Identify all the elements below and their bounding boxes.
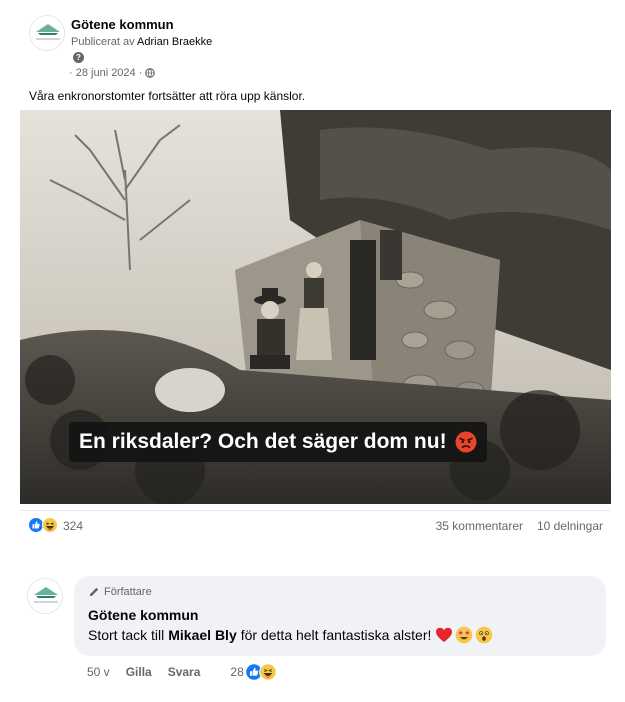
reaction-icons[interactable]: [28, 517, 60, 533]
comment-bubble: Författare Götene kommun Stort tack till…: [74, 576, 606, 656]
comment-actions: 50 v Gilla Svara 28: [87, 662, 277, 682]
comment-emojis: [435, 626, 493, 644]
angry-face-icon: [455, 431, 477, 453]
comment-text-after: för detta helt fantastiska alster!: [240, 627, 432, 643]
post-date[interactable]: · 28 juni 2024 ·: [69, 67, 142, 79]
author-link[interactable]: Adrian Braekke: [137, 36, 212, 48]
comment-time[interactable]: 50 v: [87, 665, 110, 679]
haha-icon: [42, 517, 58, 533]
comment-text: Stort tack till Mikael Bly för detta hel…: [88, 626, 493, 644]
reaction-count[interactable]: 324: [63, 519, 83, 533]
photo-divider: [20, 510, 610, 511]
byline: Publicerat av Adrian Braekke: [71, 36, 212, 48]
image-overlay-text: En riksdaler? Och det säger dom nu!: [69, 422, 487, 462]
reply-button[interactable]: Svara: [168, 665, 201, 679]
post-stats: 324 35 kommentarer 10 delningar: [28, 515, 613, 535]
haha-icon: [258, 663, 277, 681]
comment-avatar[interactable]: [27, 578, 63, 614]
help-icon[interactable]: ?: [73, 52, 84, 63]
byline-prefix: Publicerat av: [71, 36, 135, 48]
post-header: Götene kommun Publicerat av Adrian Braek…: [29, 15, 609, 85]
mention-link[interactable]: Mikael Bly: [168, 627, 236, 643]
gotene-logo-icon: [28, 579, 62, 613]
like-icon: [28, 517, 44, 533]
page-avatar[interactable]: [29, 15, 65, 51]
post-caption: Våra enkronorstomter fortsätter att röra…: [29, 89, 306, 103]
author-badge-label: Författare: [104, 586, 152, 598]
comment-reaction-icons[interactable]: [244, 663, 277, 681]
page-name[interactable]: Götene kommun: [71, 17, 174, 32]
author-badge: Författare: [88, 586, 152, 598]
red-heart-icon: [436, 627, 453, 642]
comment-text-before: Stort tack till: [88, 627, 165, 643]
overlay-caption: En riksdaler? Och det säger dom nu!: [79, 430, 447, 453]
like-button[interactable]: Gilla: [126, 665, 152, 679]
comment-author-name[interactable]: Götene kommun: [88, 607, 198, 623]
comment-reaction-count[interactable]: 28: [230, 665, 243, 679]
gotene-logo-icon: [30, 16, 64, 50]
shares-count[interactable]: 10 delningar: [537, 519, 603, 533]
astonished-icon: [476, 626, 493, 644]
pencil-icon: [90, 587, 99, 596]
post-date-row: · 28 juni 2024 ·: [69, 67, 156, 79]
comments-count[interactable]: 35 kommentarer: [436, 519, 523, 533]
star-struck-icon: [456, 626, 473, 644]
globe-icon: [145, 68, 156, 78]
